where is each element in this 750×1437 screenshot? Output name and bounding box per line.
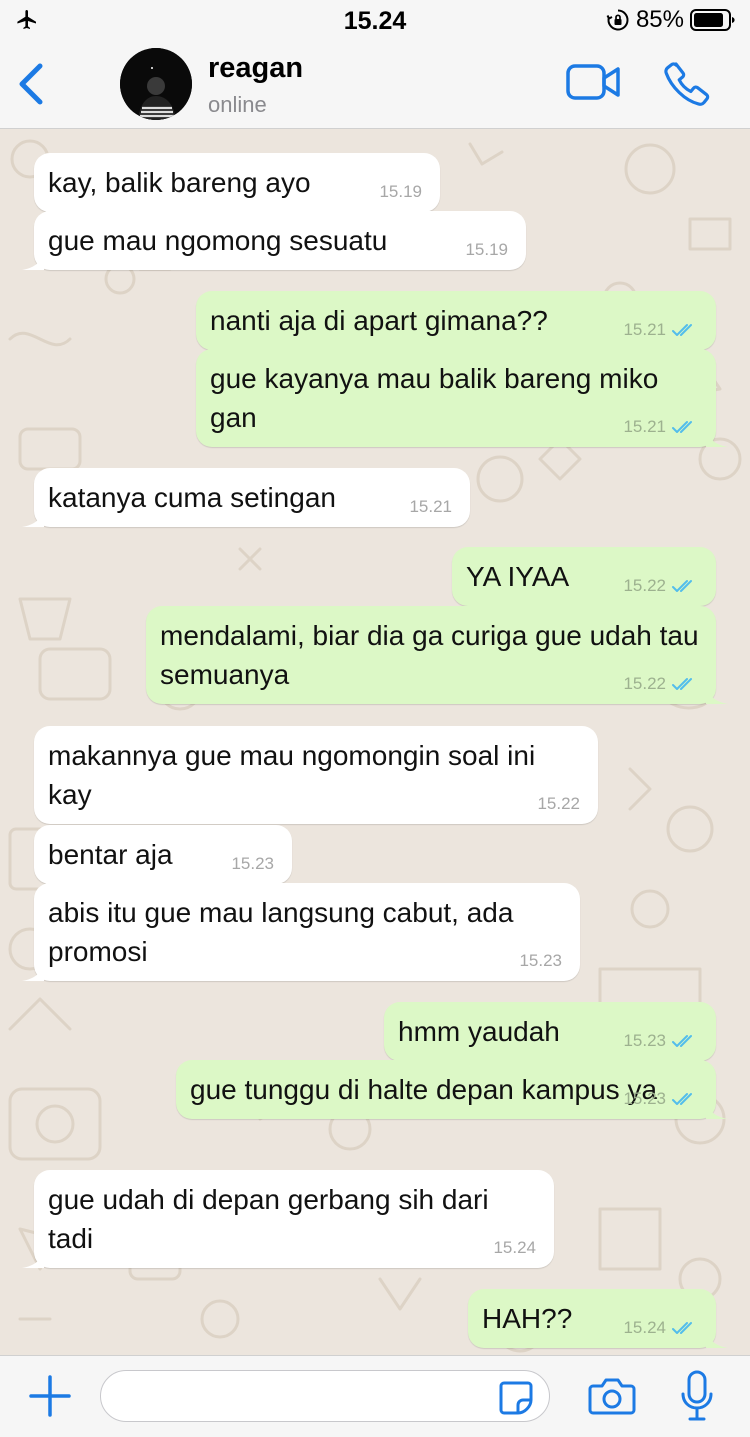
camera-icon[interactable] — [588, 1376, 636, 1416]
outgoing-message[interactable]: HAH?? 15.24 — [468, 1289, 728, 1348]
message-meta: 15.19 — [379, 182, 422, 202]
read-receipt-icon — [672, 1035, 692, 1047]
message-meta: 15.24 — [493, 1238, 536, 1258]
message-time: 15.22 — [623, 576, 666, 595]
message-time: 15.19 — [379, 182, 422, 201]
message-text: abis itu gue mau langsung cabut, ada pro… — [48, 897, 514, 967]
back-chevron-icon[interactable] — [14, 60, 48, 108]
message-time: 15.21 — [623, 320, 666, 339]
message-meta: 15.23 — [623, 1031, 698, 1051]
bubble-tail — [22, 509, 44, 527]
message-meta: 15.22 — [623, 674, 698, 694]
message-text: gue mau ngomong sesuatu — [48, 225, 388, 256]
message-time: 15.23 — [519, 951, 562, 970]
contact-name[interactable]: reagan — [208, 52, 303, 85]
incoming-message[interactable]: gue udah di depan gerbang sih dari tadi 1… — [22, 1170, 554, 1268]
sticker-icon[interactable] — [498, 1380, 534, 1416]
bubble-tail — [22, 1250, 44, 1268]
message-meta: 15.23 — [623, 1089, 698, 1109]
read-receipt-icon — [672, 421, 692, 433]
plus-icon[interactable] — [28, 1374, 72, 1418]
battery-icon — [690, 9, 735, 31]
outgoing-message[interactable]: nanti aja di apart gimana?? 15.21 — [196, 291, 716, 350]
message-meta: 15.22 — [537, 794, 580, 814]
incoming-message[interactable]: abis itu gue mau langsung cabut, ada pro… — [22, 883, 580, 981]
message-time: 15.21 — [409, 497, 452, 516]
incoming-message[interactable]: gue mau ngomong sesuatu 15.19 — [22, 211, 526, 270]
outgoing-message[interactable]: YA IYAA 15.22 — [452, 547, 716, 606]
outgoing-message[interactable]: gue tunggu di halte depan kampus ya 15.23 — [176, 1060, 728, 1119]
message-meta: 15.21 — [623, 417, 698, 437]
orientation-lock-icon — [606, 9, 629, 31]
message-input[interactable] — [100, 1370, 550, 1422]
read-receipt-icon — [672, 678, 692, 690]
outgoing-message[interactable]: hmm yaudah 15.23 — [384, 1002, 716, 1061]
message-time: 15.24 — [493, 1238, 536, 1257]
phone-icon[interactable] — [664, 60, 712, 106]
bubble-tail — [22, 963, 44, 981]
message-time: 15.24 — [623, 1318, 666, 1337]
message-time: 15.19 — [465, 240, 508, 259]
message-time: 15.22 — [537, 794, 580, 813]
battery-percent: 85% — [635, 6, 684, 33]
chat-area[interactable]: kay, balik bareng ayo 15.19 gue mau ngomon… — [0, 129, 750, 1355]
bubble-tail — [706, 686, 728, 704]
message-time: 15.23 — [623, 1089, 666, 1108]
message-meta: 15.22 — [623, 576, 698, 596]
status-bar: 15.24 85% — [0, 0, 750, 40]
message-meta: 15.23 — [519, 951, 562, 971]
outgoing-message[interactable]: mendalami, biar dia ga curiga gue udah t… — [146, 606, 728, 704]
message-meta: 15.21 — [409, 497, 452, 517]
message-meta: 15.19 — [465, 240, 508, 260]
incoming-message[interactable]: kay, balik bareng ayo 15.19 — [34, 153, 440, 212]
avatar[interactable] — [120, 48, 192, 120]
read-receipt-icon — [672, 580, 692, 592]
bubble-tail — [706, 1101, 728, 1119]
message-time: 15.23 — [623, 1031, 666, 1050]
bubble-tail — [22, 252, 44, 270]
read-receipt-icon — [672, 1093, 692, 1105]
read-receipt-icon — [672, 324, 692, 336]
message-time: 15.21 — [623, 417, 666, 436]
message-time: 15.22 — [623, 674, 666, 693]
message-meta: 15.21 — [623, 320, 698, 340]
message-meta: 15.23 — [231, 854, 274, 874]
outgoing-message[interactable]: gue kayanya mau balik bareng miko gan 15.… — [196, 349, 728, 447]
message-text: makannya gue mau ngomongin soal ini kay — [48, 740, 536, 810]
message-text: gue udah di depan gerbang sih dari tadi — [48, 1184, 489, 1254]
message-meta: 15.24 — [623, 1318, 698, 1338]
video-call-icon[interactable] — [566, 62, 622, 102]
chat-header: reagan online — [0, 40, 750, 129]
message-text: mendalami, biar dia ga curiga gue udah t… — [160, 620, 699, 690]
contact-status: online — [208, 92, 267, 117]
bubble-tail — [706, 1330, 728, 1348]
message-text: kay, balik bareng ayo — [48, 167, 311, 198]
read-receipt-icon — [672, 1322, 692, 1334]
message-text: katanya cuma setingan — [48, 482, 336, 513]
incoming-message[interactable]: makannya gue mau ngomongin soal ini kay 1… — [34, 726, 598, 824]
microphone-icon[interactable] — [680, 1370, 714, 1422]
message-time: 15.23 — [231, 854, 274, 873]
message-input-bar — [0, 1355, 750, 1437]
incoming-message[interactable]: katanya cuma setingan 15.21 — [22, 468, 470, 527]
bubble-tail — [706, 429, 728, 447]
incoming-message[interactable]: bentar aja 15.23 — [34, 825, 292, 884]
